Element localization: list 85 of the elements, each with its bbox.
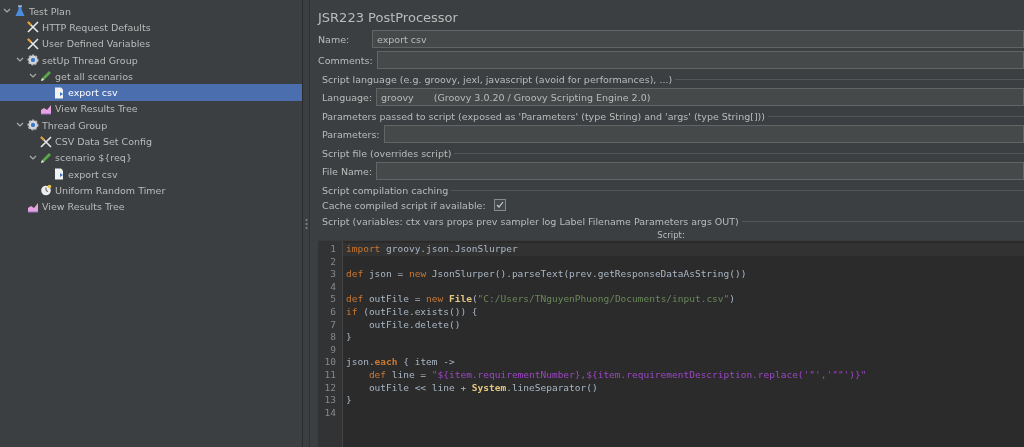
parameters-field[interactable] bbox=[383, 125, 1024, 143]
line-number: 1 bbox=[329, 243, 337, 256]
tree-label: View Results Tree bbox=[55, 103, 138, 115]
gear-icon bbox=[27, 54, 39, 67]
stopwatch-icon bbox=[40, 184, 52, 197]
field-label: Parameters: bbox=[322, 128, 380, 140]
name-field[interactable]: export csv bbox=[372, 30, 1024, 48]
tree-label: export csv bbox=[68, 168, 118, 180]
tree-item[interactable]: Thread Group bbox=[0, 117, 302, 134]
tools-icon bbox=[27, 37, 39, 50]
section-title: Script language (e.g. groovy, jexl, javascript (avoid for performances), ...) bbox=[322, 74, 673, 85]
tree-item[interactable]: export csv bbox=[0, 84, 302, 101]
tree-label: Test Plan bbox=[29, 5, 71, 17]
line-number: 10 bbox=[323, 356, 337, 369]
tree-label: get all scenarios bbox=[55, 70, 133, 82]
file-name-field[interactable] bbox=[376, 162, 1024, 180]
tools-icon bbox=[40, 135, 52, 148]
tree-item[interactable]: setUp Thread Group bbox=[0, 51, 302, 69]
tree-label: export csv bbox=[68, 87, 118, 99]
code-line: outFile.delete() bbox=[367, 318, 461, 330]
tree-item[interactable]: export csv bbox=[0, 165, 302, 183]
tree-label: View Results Tree bbox=[42, 201, 125, 213]
line-number: 3 bbox=[329, 268, 337, 281]
caret-icon[interactable] bbox=[2, 8, 11, 15]
field-label: Language: bbox=[322, 91, 373, 103]
line-number: 12 bbox=[323, 381, 337, 395]
tree-item[interactable]: scenario ${req} bbox=[0, 149, 302, 166]
tree-label: User Defined Variables bbox=[42, 38, 151, 50]
checkbox[interactable] bbox=[493, 199, 506, 211]
caret-icon[interactable] bbox=[28, 154, 37, 161]
line-number: 6 bbox=[329, 305, 337, 319]
code-line: } bbox=[346, 394, 352, 406]
checkbox-label: Cache compiled script if available: bbox=[322, 199, 486, 211]
code-line: def line = "${item.requirementNumber},${item.requirementDescription.replace('"','""')}" bbox=[367, 368, 867, 380]
document-icon bbox=[53, 86, 65, 99]
panel-title: JSR223 PostProcessor bbox=[318, 10, 459, 25]
tree-label: scenario ${req} bbox=[55, 152, 132, 164]
gear-icon bbox=[27, 119, 39, 132]
field-label: File Name: bbox=[322, 165, 373, 177]
tree-item[interactable]: User Defined Variables bbox=[0, 35, 302, 52]
tree-label: CSV Data Set Config bbox=[55, 136, 152, 147]
language-dropdown[interactable]: groovy (Groovy 3.0.20 / Groovy Scripting Engine 2.0) bbox=[376, 88, 1024, 106]
tree-item[interactable]: View Results Tree bbox=[0, 198, 302, 215]
section-title: Parameters passed to script (exposed as 'Parameters' (type String) and 'args' (type String[])) bbox=[322, 111, 766, 122]
tree-item[interactable]: Test Plan bbox=[0, 3, 302, 20]
section-title: Script (variables: ctx vars props prev sampler log Label Filename Parameters args OUT) bbox=[322, 216, 739, 227]
document-icon bbox=[53, 168, 65, 181]
tree-item[interactable]: HTTP Request Defaults bbox=[0, 19, 302, 36]
flask-icon bbox=[14, 5, 26, 18]
code-line: def json = new JsonSlurper().parseText(prev.getResponseDataAsString()) bbox=[346, 268, 747, 280]
line-number: 2 bbox=[329, 255, 337, 269]
section-title: Script file (overrides script) bbox=[322, 148, 452, 159]
tree-item[interactable]: View Results Tree bbox=[0, 100, 302, 118]
code-editor[interactable] bbox=[318, 240, 1024, 447]
code-line: json.each { item -> bbox=[346, 356, 455, 368]
code-line: outFile << line + System.lineSeparator() bbox=[367, 381, 598, 393]
line-number: 11 bbox=[323, 368, 337, 382]
splitter-handle-icon[interactable] bbox=[304, 217, 308, 230]
tree-item[interactable]: get all scenarios bbox=[0, 68, 302, 85]
line-number: 9 bbox=[329, 343, 337, 357]
field-label: Comments: bbox=[318, 54, 373, 66]
code-line: import groovy.json.JsonSlurper bbox=[346, 243, 518, 254]
line-number: 5 bbox=[329, 293, 337, 306]
line-number: 4 bbox=[329, 280, 337, 294]
line-number: 8 bbox=[329, 331, 337, 344]
comments-field[interactable] bbox=[376, 51, 1024, 69]
field-label: Name: bbox=[318, 33, 351, 45]
pen-icon bbox=[40, 70, 52, 83]
section-title: Script compilation caching bbox=[322, 185, 449, 196]
line-number: 7 bbox=[329, 318, 337, 332]
tree-label: Uniform Random Timer bbox=[55, 184, 166, 196]
code-line: def outFile = new File("C:/Users/TNguyenPhuong/Documents/input.csv") bbox=[346, 293, 735, 305]
caret-icon[interactable] bbox=[15, 122, 24, 129]
script-label: Script: bbox=[657, 230, 685, 240]
tree-item[interactable]: CSV Data Set Config bbox=[0, 133, 302, 150]
tree-label: Thread Group bbox=[42, 119, 108, 131]
code-line: if (outFile.exists()) { bbox=[346, 305, 478, 317]
tree-item[interactable]: Uniform Random Timer bbox=[0, 182, 302, 199]
pen-icon bbox=[40, 151, 52, 164]
line-number: 14 bbox=[323, 406, 337, 420]
tree-label: HTTP Request Defaults bbox=[42, 21, 151, 33]
code-line: } bbox=[346, 331, 352, 343]
tree-label: setUp Thread Group bbox=[42, 54, 138, 66]
tools-icon bbox=[27, 21, 39, 34]
line-number: 13 bbox=[323, 394, 337, 407]
